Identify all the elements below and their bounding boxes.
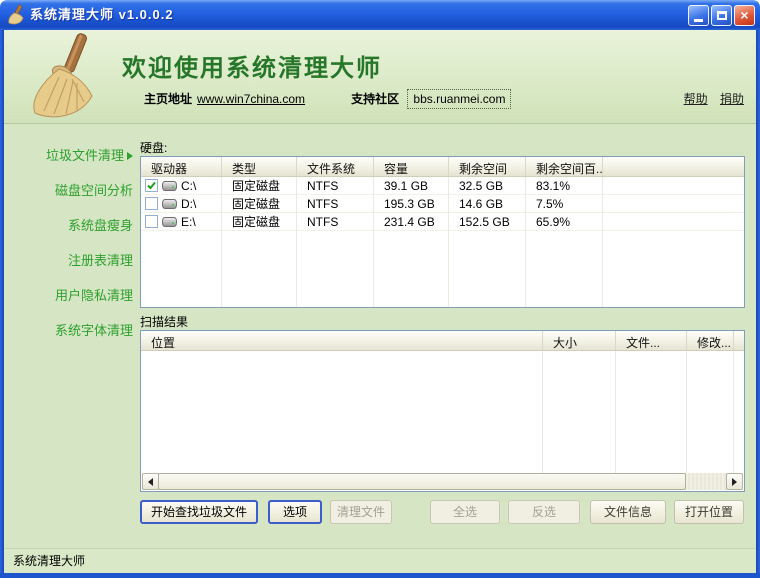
open-location-button[interactable]: 打开位置 [674,500,744,524]
home-label: 主页地址 [144,92,192,106]
app-window: 系统清理大师 v1.0.0.2 × 欢迎使用系统清理大师 主页地址 www.win… [0,0,760,578]
sidebar-nav: 垃圾文件清理 磁盘空间分析 系统盘瘦身 注册表清理 用户隐私清理 系统字体清理 [4,125,140,348]
app-broom-icon [7,5,26,30]
col-capacity[interactable]: 容量 [374,157,449,176]
window-frame-right [756,30,760,578]
scroll-left-button[interactable] [142,473,159,490]
window-controls: × [688,5,755,26]
scan-table-header: 位置 大小 文件... 修改... [141,331,744,351]
welcome-title: 欢迎使用系统清理大师 [122,48,382,83]
scrollbar-thumb[interactable] [158,473,686,490]
left-arrow-icon [148,478,153,486]
community-link[interactable]: bbs.ruanmei.com [407,89,511,109]
minimize-icon [694,19,703,22]
drive-icon [162,217,177,227]
col-drive[interactable]: 驱动器 [141,157,222,176]
disk-table: 驱动器 类型 文件系统 容量 剩余空间 剩余空间百... C:\ 固定磁盘 NT… [140,156,745,308]
checkbox-checked[interactable] [145,179,158,192]
col-empty [603,157,744,176]
window-title: 系统清理大师 v1.0.0.2 [30,0,174,29]
title-bar: 系统清理大师 v1.0.0.2 × [0,0,760,30]
table-row-drive-c[interactable]: C:\ 固定磁盘 NTFS 39.1 GB 32.5 GB 83.1% [141,177,744,195]
close-icon: × [740,6,748,25]
checkbox-unchecked[interactable] [145,197,158,210]
file-info-button[interactable]: 文件信息 [590,500,666,524]
col-location[interactable]: 位置 [141,331,543,350]
active-arrow-icon [127,152,133,160]
header-panel: 欢迎使用系统清理大师 主页地址 www.win7china.com 支持社区 bbs… [4,30,756,124]
help-links: 帮助 捐助 [675,90,744,107]
sidebar-item-junk-clean[interactable]: 垃圾文件清理 [4,138,140,173]
status-text: 系统清理大师 [13,554,85,568]
clean-files-button: 清理文件 [330,500,392,524]
sidebar-item-system-slim[interactable]: 系统盘瘦身 [4,208,140,243]
col-free[interactable]: 剩余空间 [449,157,526,176]
close-button[interactable]: × [734,5,755,26]
window-frame-bottom [0,573,760,578]
right-arrow-icon [732,478,737,486]
scan-section-label: 扫描结果 [140,313,188,330]
horizontal-scrollbar[interactable] [142,473,743,490]
scroll-right-button[interactable] [726,473,743,490]
table-row-drive-e[interactable]: E:\ 固定磁盘 NTFS 231.4 GB 152.5 GB 65.9% [141,213,744,231]
disk-table-header: 驱动器 类型 文件系统 容量 剩余空间 剩余空间百... [141,157,744,177]
maximize-icon [717,11,727,20]
col-size[interactable]: 大小 [543,331,616,350]
sidebar-item-privacy-clean[interactable]: 用户隐私清理 [4,278,140,313]
start-scan-button[interactable]: 开始查找垃圾文件 [140,500,258,524]
col-free-percent[interactable]: 剩余空间百... [526,157,603,176]
select-all-button: 全选 [430,500,500,524]
window-frame-left [0,30,4,578]
col-modified[interactable]: 修改... [687,331,734,350]
col-filesystem[interactable]: 文件系统 [297,157,374,176]
maximize-button[interactable] [711,5,732,26]
scan-results-table: 位置 大小 文件... 修改... [140,330,745,492]
minimize-button[interactable] [688,5,709,26]
table-row-drive-d[interactable]: D:\ 固定磁盘 NTFS 195.3 GB 14.6 GB 7.5% [141,195,744,213]
options-button[interactable]: 选项 [268,500,322,524]
drive-icon [162,181,177,191]
checkbox-unchecked[interactable] [145,215,158,228]
sidebar-item-disk-analysis[interactable]: 磁盘空间分析 [4,173,140,208]
col-files[interactable]: 文件... [616,331,687,350]
broom-logo-icon [14,32,116,125]
drive-icon [162,199,177,209]
sidebar-item-registry-clean[interactable]: 注册表清理 [4,243,140,278]
help-link[interactable]: 帮助 [684,92,708,106]
sidebar-item-font-clean[interactable]: 系统字体清理 [4,313,140,348]
community-label: 支持社区 [351,92,399,106]
home-link[interactable]: www.win7china.com [197,92,305,106]
links-row: 主页地址 www.win7china.com 支持社区 bbs.ruanmei.co… [144,90,511,107]
invert-selection-button: 反选 [508,500,580,524]
col-empty [734,331,744,350]
status-bar: 系统清理大师 [4,548,756,573]
donate-link[interactable]: 捐助 [720,92,744,106]
disks-section-label: 硬盘: [140,139,167,156]
col-type[interactable]: 类型 [222,157,297,176]
